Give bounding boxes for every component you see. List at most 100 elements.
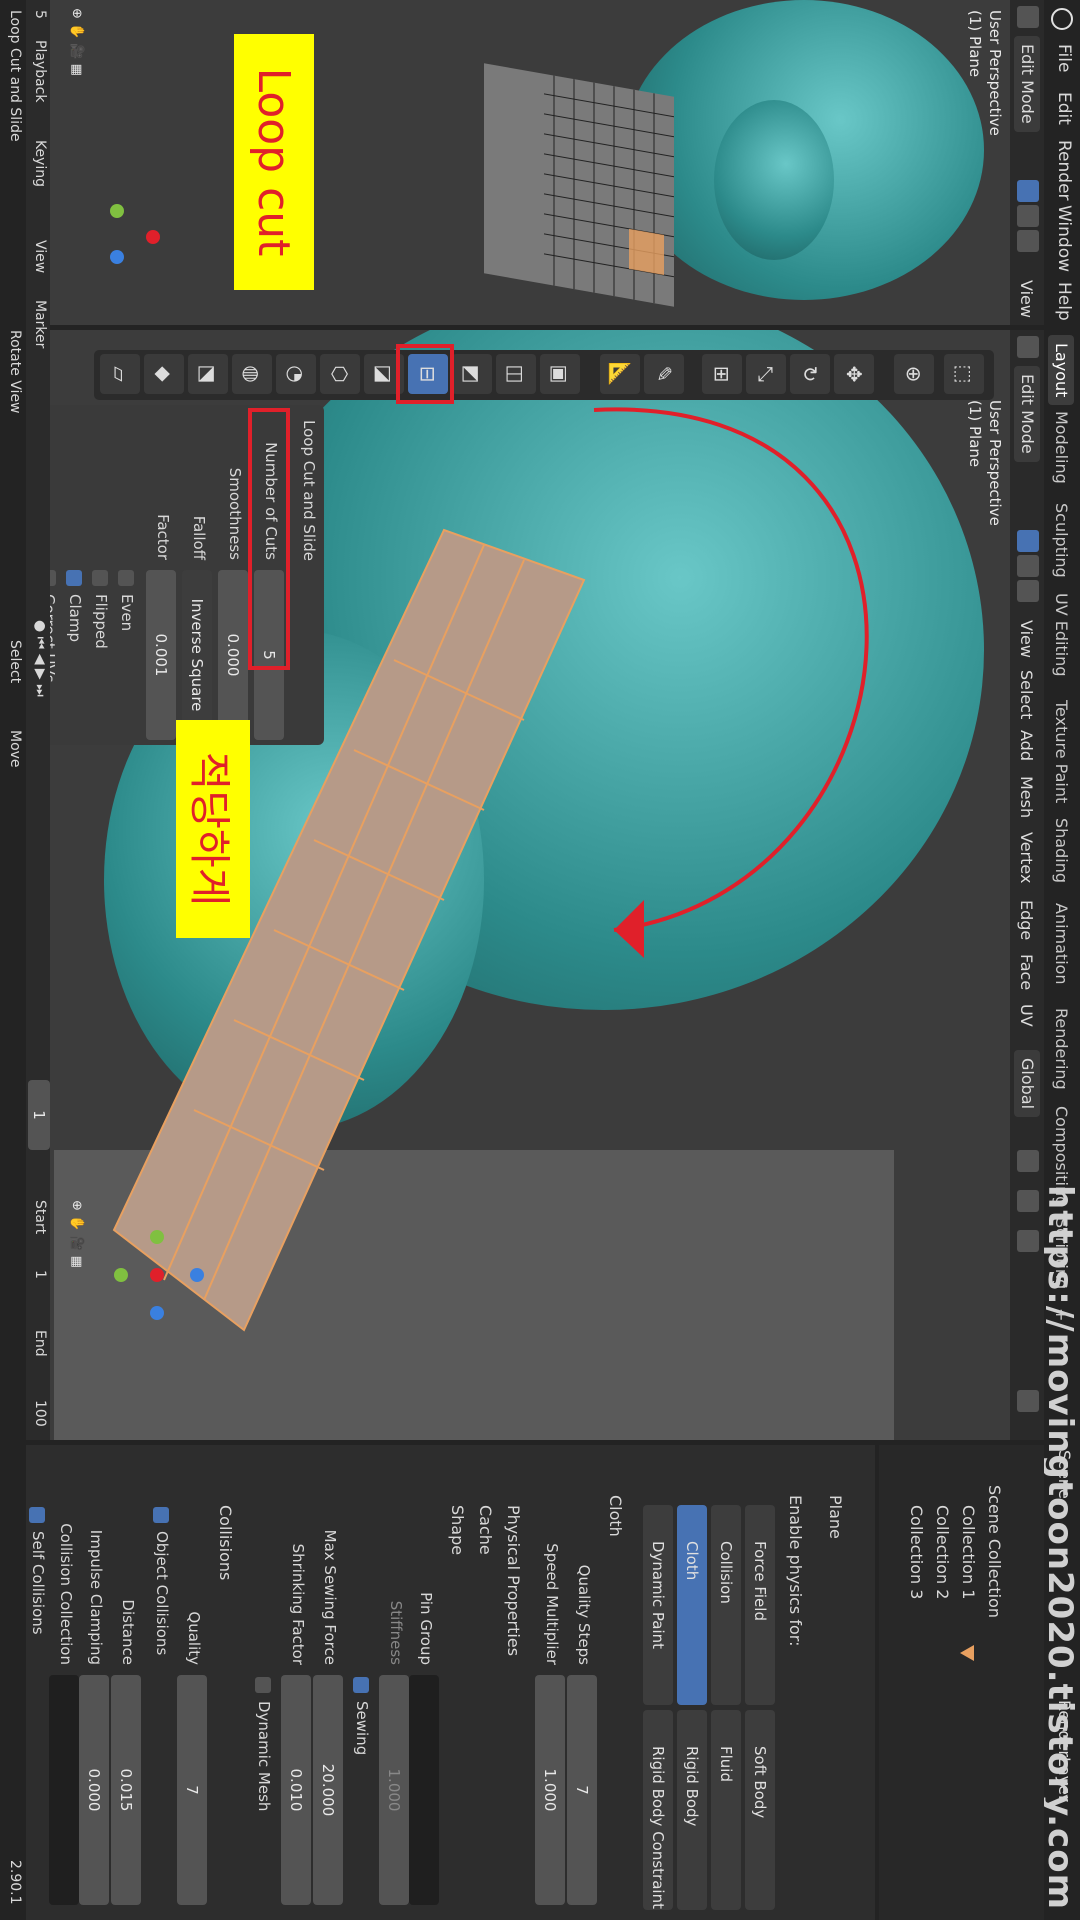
smoothness-field[interactable]: 0.000 xyxy=(218,570,248,740)
transform-tool[interactable]: ⊞ xyxy=(702,354,742,394)
properties-tabs xyxy=(65,1451,865,1481)
stiffness-field[interactable]: 1.000 xyxy=(379,1675,409,1905)
outliner[interactable]: Scene Collection Collection 1 Collection… xyxy=(879,1445,1044,1920)
outliner-collection-2[interactable]: Collection 2 xyxy=(933,1505,952,1599)
factor-field[interactable]: 0.001 xyxy=(146,570,176,740)
bevel-tool[interactable]: ◩ xyxy=(452,354,492,394)
scale-tool[interactable]: ⤡ xyxy=(746,354,786,394)
smooth-tool[interactable]: ◍ xyxy=(232,354,272,394)
speed-multiplier-field[interactable]: 1.000 xyxy=(535,1675,565,1905)
rotate-tool[interactable]: ↻ xyxy=(790,354,830,394)
force-field-button[interactable]: Force Field xyxy=(745,1505,775,1705)
menu-render[interactable]: Render xyxy=(1054,140,1074,201)
object-name: (1) Plane xyxy=(966,10,984,78)
menu-help[interactable]: Help xyxy=(1054,282,1074,321)
falloff-dropdown[interactable]: Inverse Square xyxy=(182,570,212,740)
marker-menu[interactable]: Marker xyxy=(32,300,48,348)
outliner-collection-3[interactable]: Collection 3 xyxy=(907,1505,926,1599)
shape-subpanel[interactable]: Shape xyxy=(448,1505,467,1555)
timeline-view-menu[interactable]: View xyxy=(32,240,48,273)
self-collisions-checkbox[interactable] xyxy=(29,1507,45,1523)
tab-modeling[interactable]: Modeling xyxy=(1048,403,1074,492)
sewing-label: Sewing xyxy=(353,1701,371,1756)
quality-steps-field[interactable]: 7 xyxy=(567,1675,597,1905)
status-select: Select xyxy=(7,640,23,684)
face-select-icon[interactable] xyxy=(1017,230,1039,252)
menu-file[interactable]: File xyxy=(1054,44,1074,72)
dynamic-mesh-checkbox[interactable] xyxy=(255,1677,271,1693)
shrinking-factor-field[interactable]: 0.010 xyxy=(281,1675,311,1905)
end-label: End xyxy=(32,1330,48,1357)
stiffness-label: Stiffness xyxy=(387,1600,405,1665)
tab-rendering[interactable]: Rendering xyxy=(1048,1000,1074,1098)
rigid-body-constraint-button[interactable]: Rigid Body Constraint xyxy=(643,1710,673,1910)
editor-type-icon[interactable] xyxy=(1017,6,1039,28)
soft-body-button[interactable]: Soft Body xyxy=(745,1710,775,1910)
even-checkbox[interactable] xyxy=(118,570,134,586)
distance-field[interactable]: 0.015 xyxy=(111,1675,141,1905)
clamp-checkbox[interactable] xyxy=(66,570,82,586)
current-frame-field[interactable]: 1 xyxy=(28,1080,50,1150)
quality-field[interactable]: 7 xyxy=(177,1675,207,1905)
cloth-button[interactable]: Cloth xyxy=(677,1505,707,1705)
edge-slide-tool[interactable]: ⬔ xyxy=(188,354,228,394)
step-label: 5 xyxy=(32,10,48,19)
view-menu[interactable]: View xyxy=(1017,280,1036,318)
tab-shading[interactable]: Shading xyxy=(1048,810,1074,891)
axis-gizmo[interactable] xyxy=(94,200,164,270)
tab-animation[interactable]: Animation xyxy=(1048,895,1074,993)
object-collisions-checkbox[interactable] xyxy=(153,1507,169,1523)
keying-menu[interactable]: Keying xyxy=(32,140,48,187)
impulse-clamping-field[interactable]: 0.000 xyxy=(79,1675,109,1905)
dynamic-paint-button[interactable]: Dynamic Paint xyxy=(643,1505,673,1705)
main-axis-gizmo[interactable] xyxy=(114,1230,204,1320)
tab-layout[interactable]: Layout xyxy=(1048,335,1074,406)
cursor-tool[interactable]: ⊕ xyxy=(894,354,934,394)
operator-title[interactable]: Loop Cut and Slide xyxy=(300,420,318,561)
outliner-collection-1[interactable]: Collection 1 xyxy=(959,1505,978,1599)
tab-texture-paint[interactable]: Texture Paint xyxy=(1048,692,1074,811)
properties-object-name: Plane xyxy=(826,1495,845,1539)
quality-steps-label: Quality Steps xyxy=(575,1564,593,1665)
move-tool[interactable]: ✥ xyxy=(834,354,874,394)
flipped-checkbox[interactable] xyxy=(92,570,108,586)
scene-collection[interactable]: Scene Collection xyxy=(985,1485,1004,1618)
playback-menu[interactable]: Playback xyxy=(32,40,48,102)
mesh-grid xyxy=(544,75,674,304)
pin-group-field[interactable] xyxy=(409,1675,439,1905)
select-box-tool[interactable]: ⬚ xyxy=(944,354,984,394)
playback-controls[interactable]: ● ⏮ ◀ ▶ ⏭ xyxy=(32,620,48,697)
rigid-body-button[interactable]: Rigid Body xyxy=(677,1710,707,1910)
spin-tool[interactable]: ◔ xyxy=(276,354,316,394)
properties-editor[interactable]: Plane Enable physics for: Force Field So… xyxy=(26,1445,875,1920)
blender-logo-icon[interactable] xyxy=(1051,8,1073,30)
collision-collection-field[interactable] xyxy=(49,1675,79,1905)
annotate-tool[interactable]: ✎ xyxy=(644,354,684,394)
cloth-plane xyxy=(484,63,674,307)
max-sewing-force-field[interactable]: 20.000 xyxy=(313,1675,343,1905)
sewing-checkbox[interactable] xyxy=(353,1677,369,1693)
collision-button[interactable]: Collision xyxy=(711,1505,741,1705)
shrink-fatten-tool[interactable]: ◆ xyxy=(144,354,184,394)
start-value[interactable]: 1 xyxy=(32,1270,48,1279)
cache-subpanel[interactable]: Cache xyxy=(476,1505,495,1555)
vertex-select-icon[interactable] xyxy=(1017,180,1039,202)
physical-properties-subpanel[interactable]: Physical Properties xyxy=(504,1505,523,1656)
menu-window[interactable]: Window xyxy=(1054,205,1074,272)
secondary-3d-viewport[interactable]: Edit Mode View User Perspective (1) Plan… xyxy=(50,0,1044,325)
tab-sculpting[interactable]: Sculpting xyxy=(1048,495,1074,586)
edge-select-icon[interactable] xyxy=(1017,205,1039,227)
inset-tool[interactable]: ◫ xyxy=(496,354,536,394)
collisions-subpanel[interactable]: Collisions xyxy=(216,1505,235,1580)
start-label: Start xyxy=(32,1200,48,1235)
cloth-panel-header[interactable]: Cloth xyxy=(606,1495,625,1537)
shear-tool[interactable]: ▱ xyxy=(100,354,140,394)
menu-edit[interactable]: Edit xyxy=(1054,92,1074,125)
mode-selector[interactable]: Edit Mode xyxy=(1014,36,1040,132)
poly-build-tool[interactable]: ⬡ xyxy=(320,354,360,394)
extrude-tool[interactable]: ▣ xyxy=(540,354,580,394)
end-value[interactable]: 100 xyxy=(32,1400,48,1427)
tab-uv-editing[interactable]: UV Editing xyxy=(1048,585,1074,684)
fluid-button[interactable]: Fluid xyxy=(711,1710,741,1910)
measure-tool[interactable]: 📐 xyxy=(600,354,640,394)
